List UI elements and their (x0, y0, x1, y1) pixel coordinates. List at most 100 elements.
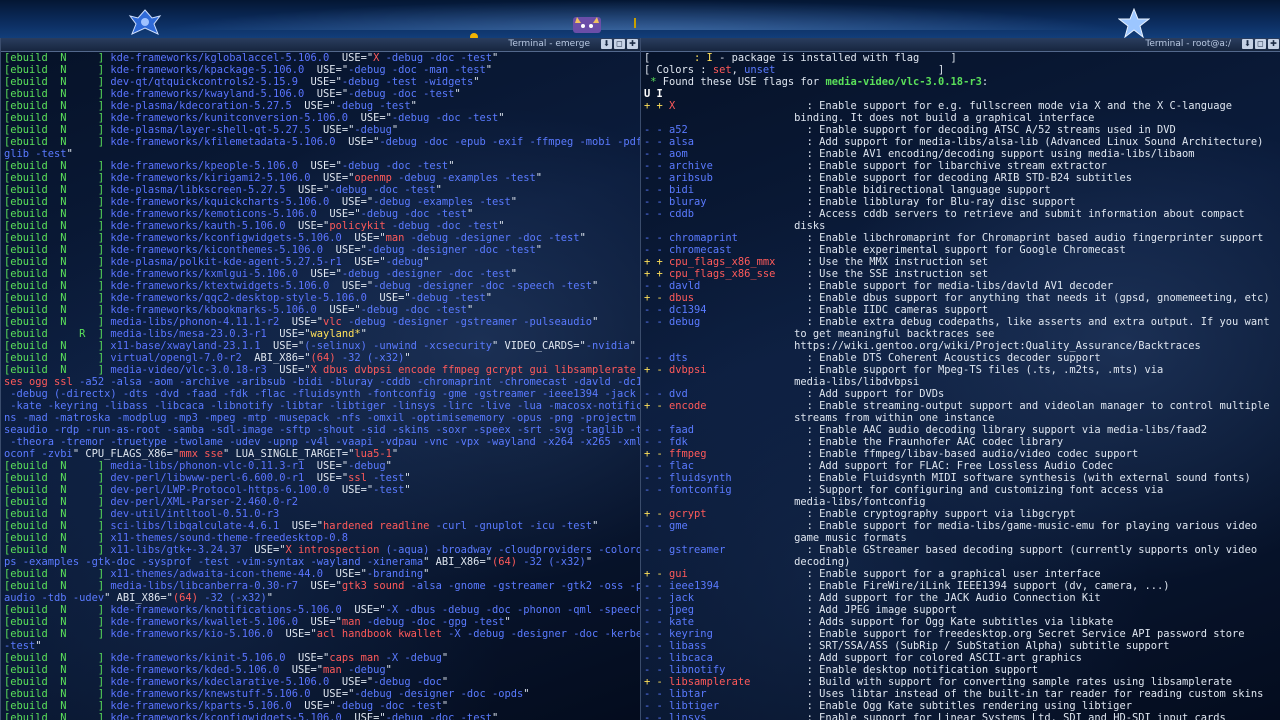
terminal-titlebar[interactable]: Terminal - emerge ⬇ ◻ ✚ (1, 38, 640, 52)
terminal-line: - - libcaca : Add support for colored AS… (644, 652, 1280, 664)
terminal-text-segment: [ebuild N ] (4, 544, 105, 556)
terminal-text-segment: -debug -doc -test (385, 220, 499, 232)
terminal-text-segment: kde-frameworks/kwayland-5.106.0 (104, 88, 317, 100)
terminal-text-segment: media-libs/phonon-vlc-0.11.3-r1 (104, 460, 317, 472)
terminal-text-segment: : Enable Ogg Kate subtitles rendering us… (719, 700, 1132, 712)
close-button[interactable]: ✚ (627, 39, 638, 49)
terminal-text-segment: libsamplerate (669, 676, 751, 688)
terminal-text-segment: kde-frameworks/kio-5.106.0 (104, 628, 286, 640)
terminal-text-segment: USE=" (341, 52, 374, 64)
terminal-text-segment: USE=" (329, 208, 361, 220)
terminal-text-segment: kde-frameworks/ktextwidgets-5.106.0 (104, 280, 342, 292)
terminal-text-segment: " (629, 340, 636, 352)
terminal-text-segment: x11-base/xwayland-23.1.1 (104, 340, 273, 352)
terminal-window-root[interactable]: Terminal - root@a:/ ⬇ ◻ ✚ [ : I - packag… (640, 38, 1280, 720)
terminal-line: - - libtar : Uses libtar instead of the … (644, 688, 1280, 700)
terminal-text-segment: USE=" (354, 604, 386, 616)
terminal-text-segment: gtk3 sound (341, 580, 405, 592)
minimize-button[interactable]: ⬇ (1242, 39, 1253, 49)
terminal-title: Terminal - root@a:/ (1145, 39, 1231, 49)
terminal-text-segment: [ebuild N ] (4, 352, 105, 364)
maximize-button[interactable]: ◻ (1255, 39, 1266, 49)
terminal-line: + + cpu_flags_x86_sse : Use the SSE inst… (644, 268, 1280, 280)
terminal-text-segment: man (341, 616, 361, 628)
terminal-text-segment: USE=" (335, 244, 367, 256)
terminal-text-segment: dev-perl/LWP-Protocol-https-6.100.0 (104, 484, 342, 496)
terminal-text-segment: kde-frameworks/kded-5.106.0 (104, 664, 292, 676)
terminal-text-segment: USE=" (341, 280, 374, 292)
terminal-text-segment: - - (644, 592, 670, 604)
terminal-text-segment: a52 (669, 124, 688, 136)
terminal-text-segment: - - (644, 316, 670, 328)
terminal-line: [ebuild R ] media-libs/mesa-23.0.3-r1 US… (4, 328, 640, 340)
terminal-text-segment: kde-frameworks/kunitconversion-5.106.0 (104, 112, 361, 124)
maximize-button[interactable]: ◻ (614, 39, 625, 49)
terminal-text-segment: USE=" (341, 676, 374, 688)
terminal-line: [ebuild N ] kde-plasma/libkscreen-5.27.5… (4, 184, 640, 196)
terminal-output[interactable]: [ebuild N ] kde-frameworks/kglobalaccel-… (4, 52, 640, 720)
terminal-text-segment: [ebuild N ] (4, 688, 105, 700)
terminal-window-emerge[interactable]: Terminal - emerge ⬇ ◻ ✚ [ebuild N ] kde-… (0, 38, 640, 720)
terminal-line: [ebuild N ] kde-frameworks/kxmlgui-5.106… (4, 268, 640, 280)
terminal-text-segment: wayland* (310, 328, 361, 340)
terminal-text-segment: " LUA_SINGLE_TARGET=" (222, 448, 355, 460)
terminal-line: - - fluidsynth : Enable Fluidsynth MIDI … (644, 472, 1280, 484)
terminal-text-segment: debug (669, 316, 701, 328)
terminal-text-segment: USE=" (298, 184, 330, 196)
terminal-output[interactable]: [ : I - package is installed with flag ]… (644, 52, 1280, 720)
terminal-line: + + X : Enable support for e.g. fullscre… (644, 100, 1280, 112)
terminal-line: [ebuild N ] media-libs/libcanberra-0.30-… (4, 580, 640, 592)
dragon-launcher-icon[interactable] (128, 8, 162, 36)
terminal-line: media-libs/fontconfig (644, 496, 1280, 508)
terminal-text-segment: ns -mad -matroska -modplug -mp3 -mpeg -m… (4, 412, 640, 424)
cat-launcher-icon[interactable] (571, 15, 603, 35)
terminal-line: + - dvbpsi : Enable support for Mpeg-TS … (644, 364, 1280, 376)
terminal-text-segment: : Enable streaming-output support and vi… (706, 400, 1270, 412)
terminal-text-segment: : Enable bidirectional language support (694, 184, 1051, 196)
terminal-text-segment: -debug -doc -gpg -test (360, 616, 505, 628)
terminal-text-segment: bluray (669, 196, 707, 208)
terminal-text-segment: : Add support for DVDs (687, 388, 945, 400)
terminal-text-segment: " (385, 664, 392, 676)
terminal-line: seaudio -rdp -run-as-root -samba -sdl-im… (4, 424, 640, 436)
terminal-text-segment: linsys (669, 712, 707, 720)
terminal-text-segment: : Uses libtar instead of the built-in ta… (706, 688, 1264, 700)
terminal-titlebar[interactable]: Terminal - root@a:/ ⬇ ◻ ✚ (641, 38, 1280, 52)
terminal-text-segment: oconf -zvbi (4, 448, 73, 460)
terminal-text-segment: : Enable AV1 encoding/decoding support u… (687, 148, 1195, 160)
star-launcher-icon[interactable] (1118, 8, 1150, 38)
terminal-text-segment: kde-frameworks/knotifications-5.106.0 (104, 604, 355, 616)
close-button[interactable]: ✚ (1268, 39, 1279, 49)
terminal-text-segment: dts (669, 352, 688, 364)
terminal-text-segment: dev-util/intltool-0.51.0-r3 (104, 508, 280, 520)
terminal-line: - - flac : Add support for FLAC: Free Lo… (644, 460, 1280, 472)
terminal-text-segment: " (404, 472, 411, 484)
terminal-text-segment: USE=" (316, 460, 349, 472)
terminal-text-segment: - - (644, 640, 670, 652)
terminal-text-segment: - - (644, 136, 670, 148)
terminal-text-segment: kde-frameworks/kauth-5.106.0 (104, 220, 299, 232)
terminal-text-segment: : Enable FireWire/iLink IEEE1394 support… (719, 580, 1170, 592)
terminal-text-segment: USE=" (354, 232, 386, 244)
terminal-text-segment: dc1394 (669, 304, 707, 316)
terminal-line: + - gcrypt : Enable cryptography support… (644, 508, 1280, 520)
terminal-text-segment: : Use the SSE instruction set (775, 268, 989, 280)
terminal-text-segment: : Enable the Fraunhofer AAC codec librar… (687, 436, 1064, 448)
terminal-text-segment: USE=" (316, 472, 349, 484)
terminal-text-segment: - - (644, 664, 670, 676)
terminal-text-segment: - - (644, 196, 670, 208)
terminal-line: [ebuild N ] kde-frameworks/kauth-5.106.0… (4, 220, 640, 232)
terminal-line: - - chromaprint : Enable libchromaprint … (644, 232, 1280, 244)
terminal-text-segment: fontconfig (669, 484, 732, 496)
terminal-line: oconf -zvbi" CPU_FLAGS_X86="mmx sse" LUA… (4, 448, 640, 460)
terminal-text-segment: kde-frameworks/knewstuff-5.106.0 (104, 688, 324, 700)
terminal-text-segment: acl handbook kwallet (316, 628, 442, 640)
terminal-text-segment: kde-frameworks/kfilemetadata-5.106.0 (104, 136, 349, 148)
minimize-button[interactable]: ⬇ (601, 39, 612, 49)
terminal-line: - - kate : Adds support for Ogg Kate sub… (644, 616, 1280, 628)
terminal-line: [ebuild N ] dev-qt/qtquickcontrols2-5.15… (4, 76, 640, 88)
terminal-text-segment: : Build with support for converting samp… (750, 676, 1233, 688)
terminal-text-segment: * (644, 76, 663, 88)
terminal-title: Terminal - emerge (508, 39, 590, 49)
terminal-text-segment: : Use the MMX instruction set (775, 256, 989, 268)
